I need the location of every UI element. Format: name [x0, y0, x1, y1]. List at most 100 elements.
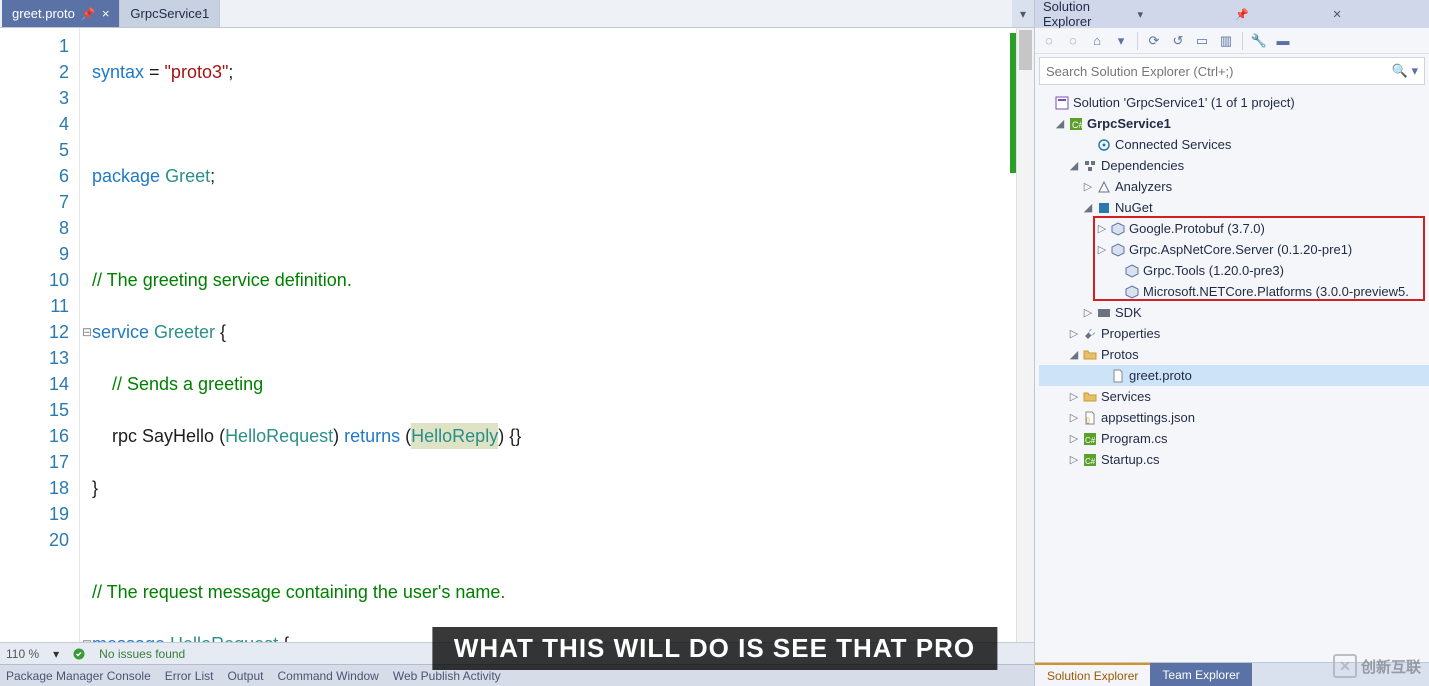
startup-cs-node[interactable]: ▷ C# Startup.cs: [1039, 449, 1429, 470]
vertical-scrollbar[interactable]: [1016, 28, 1034, 642]
bottom-tool-tabs: Package Manager Console Error List Outpu…: [0, 664, 1034, 686]
search-icon[interactable]: 🔍 ▾: [1392, 63, 1418, 79]
solution-explorer-pane: Solution Explorer ▾ 📌 ✕ ◌ ◌ ⌂ ▾ ⟳ ↺ ▭ ▥ …: [1034, 0, 1429, 686]
fold-icon[interactable]: ⊟: [82, 631, 92, 642]
sdk-node[interactable]: ▷ SDK: [1039, 302, 1429, 323]
wrench-icon: [1081, 327, 1099, 341]
switch-views-icon[interactable]: ▾: [1111, 31, 1131, 51]
bottom-tab[interactable]: Command Window: [277, 669, 378, 683]
forward-icon[interactable]: ◌: [1063, 31, 1083, 51]
pin-icon[interactable]: 📌: [81, 7, 96, 21]
package-icon: [1123, 264, 1141, 278]
svg-text:{}: {}: [1086, 418, 1090, 424]
solution-search-box[interactable]: 🔍 ▾: [1039, 57, 1425, 85]
solution-icon: [1053, 96, 1071, 110]
code-editor[interactable]: 12345678910 11121314151617181920 syntax …: [0, 28, 1034, 642]
tab-label: greet.proto: [12, 6, 75, 21]
folder-icon: [1081, 348, 1099, 362]
chevron-right-icon[interactable]: ▷: [1067, 411, 1081, 424]
svg-text:C#: C#: [1072, 120, 1083, 130]
panel-title: Solution Explorer: [1043, 0, 1129, 29]
chevron-right-icon[interactable]: ▷: [1095, 222, 1109, 235]
window-menu-icon[interactable]: ▾: [1135, 8, 1227, 21]
tab-overflow-icon[interactable]: ▾: [1012, 0, 1034, 27]
folder-icon: [1081, 390, 1099, 404]
properties-node[interactable]: ▷ Properties: [1039, 323, 1429, 344]
csharp-icon: C#: [1081, 453, 1099, 467]
package-node[interactable]: ▷ Grpc.AspNetCore.Server (0.1.20-pre1): [1039, 239, 1429, 260]
editor-tab-bar: greet.proto 📌 × GrpcService1 ▾: [0, 0, 1034, 28]
scrollbar-thumb[interactable]: [1019, 30, 1032, 70]
close-icon[interactable]: ×: [102, 6, 110, 21]
analyzers-icon: [1095, 180, 1113, 194]
tab-greet-proto[interactable]: greet.proto 📌 ×: [2, 0, 120, 27]
solution-explorer-bottom-tabs: Solution Explorer Team Explorer: [1035, 662, 1429, 686]
project-node[interactable]: ◢ C# GrpcService1: [1039, 113, 1429, 134]
package-node[interactable]: ▷ Microsoft.NETCore.Platforms (3.0.0-pre…: [1039, 281, 1429, 302]
chevron-right-icon[interactable]: ▷: [1081, 180, 1095, 193]
chevron-right-icon[interactable]: ▷: [1095, 243, 1109, 256]
code-content[interactable]: syntax = "proto3"; package Greet; // The…: [80, 28, 1034, 642]
editor-pane: greet.proto 📌 × GrpcService1 ▾ 123456789…: [0, 0, 1034, 686]
show-all-icon[interactable]: ▥: [1216, 31, 1236, 51]
solution-explorer-tab[interactable]: Solution Explorer: [1035, 663, 1150, 686]
program-cs-node[interactable]: ▷ C# Program.cs: [1039, 428, 1429, 449]
package-icon: [1109, 222, 1127, 236]
dependencies-icon: [1081, 159, 1099, 173]
connected-services-node[interactable]: ▸ Connected Services: [1039, 134, 1429, 155]
sync-icon[interactable]: ⟳: [1144, 31, 1164, 51]
solution-tree[interactable]: ▸ Solution 'GrpcService1' (1 of 1 projec…: [1035, 88, 1429, 662]
csproj-icon: C#: [1067, 117, 1085, 131]
bottom-tab[interactable]: Package Manager Console: [6, 669, 151, 683]
bottom-tab[interactable]: Web Publish Activity: [393, 669, 501, 683]
chevron-right-icon[interactable]: ▷: [1081, 306, 1095, 319]
chevron-down-icon[interactable]: ◢: [1081, 201, 1095, 214]
json-icon: {}: [1081, 411, 1099, 425]
chevron-right-icon[interactable]: ▷: [1067, 390, 1081, 403]
bottom-tab[interactable]: Output: [227, 669, 263, 683]
chevron-down-icon[interactable]: ◢: [1067, 159, 1081, 172]
package-node[interactable]: ▷ Google.Protobuf (3.7.0): [1039, 218, 1429, 239]
home-icon[interactable]: ⌂: [1087, 31, 1107, 51]
chevron-down-icon[interactable]: ◢: [1067, 348, 1081, 361]
solution-explorer-toolbar: ◌ ◌ ⌂ ▾ ⟳ ↺ ▭ ▥ 🔧 ▬: [1035, 28, 1429, 54]
package-node[interactable]: ▷ Grpc.Tools (1.20.0-pre3): [1039, 260, 1429, 281]
back-icon[interactable]: ◌: [1039, 31, 1059, 51]
close-icon[interactable]: ✕: [1330, 8, 1422, 21]
sdk-icon: [1095, 306, 1113, 320]
dependencies-node[interactable]: ◢ Dependencies: [1039, 155, 1429, 176]
pin-icon[interactable]: 📌: [1232, 8, 1324, 21]
protos-folder-node[interactable]: ◢ Protos: [1039, 344, 1429, 365]
refresh-icon[interactable]: ↺: [1168, 31, 1188, 51]
svg-text:C#: C#: [1085, 436, 1096, 445]
greet-proto-file-node[interactable]: ▷ greet.proto: [1039, 365, 1429, 386]
properties-icon[interactable]: 🔧: [1249, 31, 1269, 51]
file-icon: [1109, 369, 1127, 383]
fold-icon[interactable]: ⊟: [82, 319, 92, 345]
bottom-tab[interactable]: Error List: [165, 669, 214, 683]
preview-icon[interactable]: ▬: [1273, 31, 1293, 51]
tab-grpcservice[interactable]: GrpcService1: [120, 0, 220, 27]
solution-root-node[interactable]: ▸ Solution 'GrpcService1' (1 of 1 projec…: [1039, 92, 1429, 113]
zoom-level[interactable]: 110 %: [6, 647, 39, 661]
issues-status[interactable]: No issues found: [99, 647, 185, 661]
code-token: syntax: [92, 59, 144, 85]
chevron-right-icon[interactable]: ▷: [1067, 432, 1081, 445]
chevron-right-icon[interactable]: ▷: [1067, 327, 1081, 340]
search-input[interactable]: [1046, 64, 1392, 79]
chevron-right-icon[interactable]: ▷: [1067, 453, 1081, 466]
services-folder-node[interactable]: ▷ Services: [1039, 386, 1429, 407]
nuget-icon: [1095, 201, 1113, 215]
svg-text:C#: C#: [1085, 457, 1096, 466]
connected-icon: [1095, 138, 1113, 152]
nuget-node[interactable]: ◢ NuGet: [1039, 197, 1429, 218]
team-explorer-tab[interactable]: Team Explorer: [1150, 663, 1251, 686]
collapse-icon[interactable]: ▭: [1192, 31, 1212, 51]
csharp-icon: C#: [1081, 432, 1099, 446]
chevron-down-icon[interactable]: ◢: [1053, 117, 1067, 130]
solution-explorer-title-bar[interactable]: Solution Explorer ▾ 📌 ✕: [1035, 0, 1429, 28]
analyzers-node[interactable]: ▷ Analyzers: [1039, 176, 1429, 197]
appsettings-node[interactable]: ▷ {} appsettings.json: [1039, 407, 1429, 428]
package-icon: [1109, 243, 1127, 257]
tab-label: GrpcService1: [130, 6, 209, 21]
